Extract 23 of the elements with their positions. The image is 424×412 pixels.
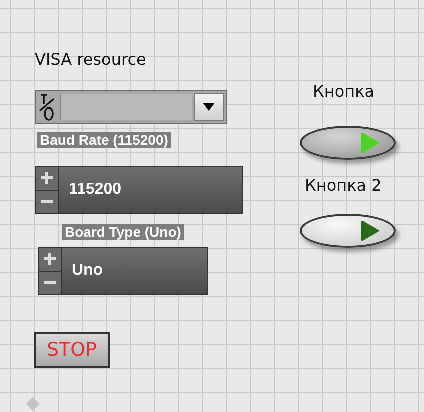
numeric-value: Uno [72,262,104,280]
button-label: Кнопка 2 [305,176,382,195]
control-label: Baud Rate (115200) [37,132,172,148]
numeric-control[interactable]: Uno [38,247,208,295]
control-label: Board Type (Uno) [62,224,184,240]
toggle-button[interactable] [300,214,396,248]
numeric-control[interactable]: 115200 [35,166,243,214]
increment-button[interactable] [36,167,58,190]
button-label: Кнопка [313,82,375,101]
control-label: VISA resource [35,50,146,69]
toggle-button[interactable] [300,126,396,160]
indicator-light-icon [360,132,382,154]
increment-button[interactable] [39,248,61,270]
caret-icon [203,103,215,111]
decrement-button[interactable] [39,270,61,294]
numeric-value: 115200 [69,181,122,199]
plus-icon [41,172,53,184]
plus-icon [44,253,56,266]
decrement-button[interactable] [36,190,58,213]
resource-dropdown[interactable] [35,90,227,124]
dropdown-button[interactable] [194,93,224,121]
indicator-light-icon [360,220,382,242]
diamond-icon [26,397,40,411]
